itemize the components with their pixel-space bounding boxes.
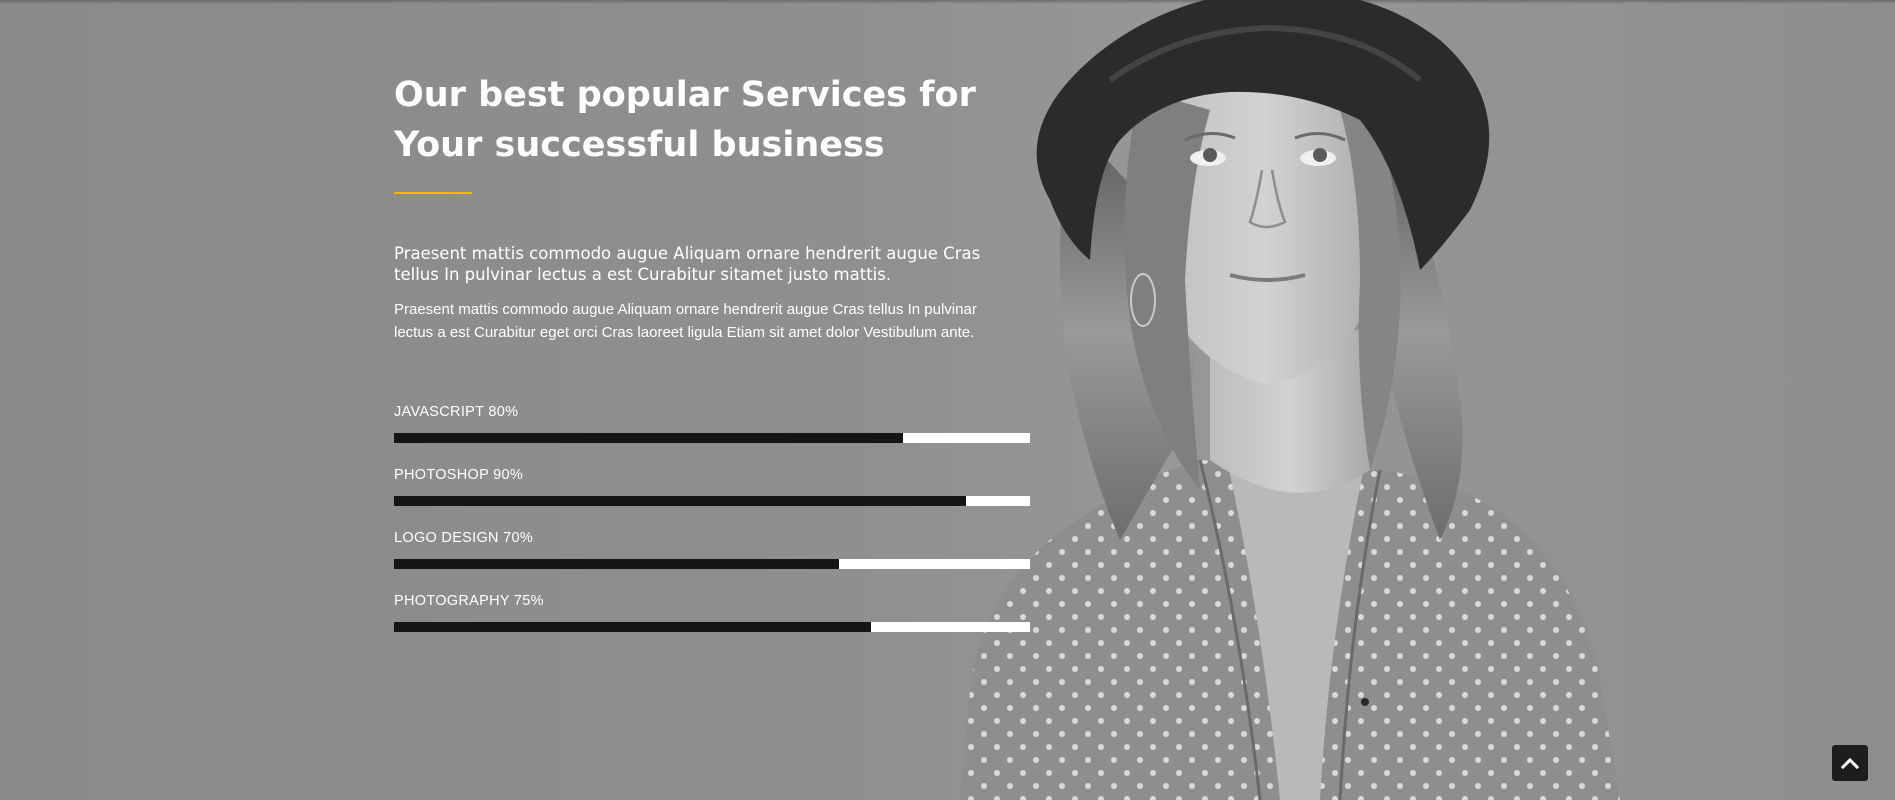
skill-label: LOGO DESIGN 70%: [394, 530, 534, 546]
lead-line-1: Praesent mattis commodo augue Aliquam or…: [394, 244, 981, 263]
back-to-top-button[interactable]: [1832, 745, 1868, 781]
progress-track: [394, 559, 1030, 569]
body-paragraph: Praesent mattis commodo augue Aliquam or…: [394, 298, 994, 344]
section-title: Our best popular Services for Your succe…: [394, 70, 994, 170]
progress-track: [394, 622, 1030, 632]
skill-list: JAVASCRIPT 80% PHOTOSHOP 90% LOGO DESIGN…: [394, 403, 1030, 655]
body-line-1: Praesent mattis commodo augue Aliquam or…: [394, 301, 977, 318]
lead-paragraph: Praesent mattis commodo augue Aliquam or…: [394, 243, 994, 285]
body-line-2: lectus a est Curabitur eget orci Cras la…: [394, 324, 975, 341]
skill-label: PHOTOGRAPHY 75%: [394, 593, 544, 609]
title-divider: [394, 192, 472, 194]
progress-track: [394, 496, 1030, 506]
progress-fill: [394, 496, 967, 506]
section-title-line-2: Your successful business: [394, 125, 885, 165]
progress-fill: [394, 433, 903, 443]
chevron-up-icon: [1841, 757, 1859, 770]
progress-track: [394, 433, 1030, 443]
skill-label: PHOTOSHOP 90%: [394, 467, 524, 483]
services-content: Our best popular Services for Your succe…: [394, 70, 1030, 655]
section-title-line-1: Our best popular Services for: [394, 75, 976, 115]
progress-fill: [394, 622, 871, 632]
lead-line-2: tellus In pulvinar lectus a est Curabitu…: [394, 265, 892, 284]
progress-fill: [394, 559, 840, 569]
skill-photography: PHOTOGRAPHY 75%: [394, 592, 1030, 655]
skill-logo-design: LOGO DESIGN 70%: [394, 529, 1030, 592]
skill-label: JAVASCRIPT 80%: [394, 404, 519, 420]
skill-photoshop: PHOTOSHOP 90%: [394, 466, 1030, 529]
skill-javascript: JAVASCRIPT 80%: [394, 403, 1030, 466]
